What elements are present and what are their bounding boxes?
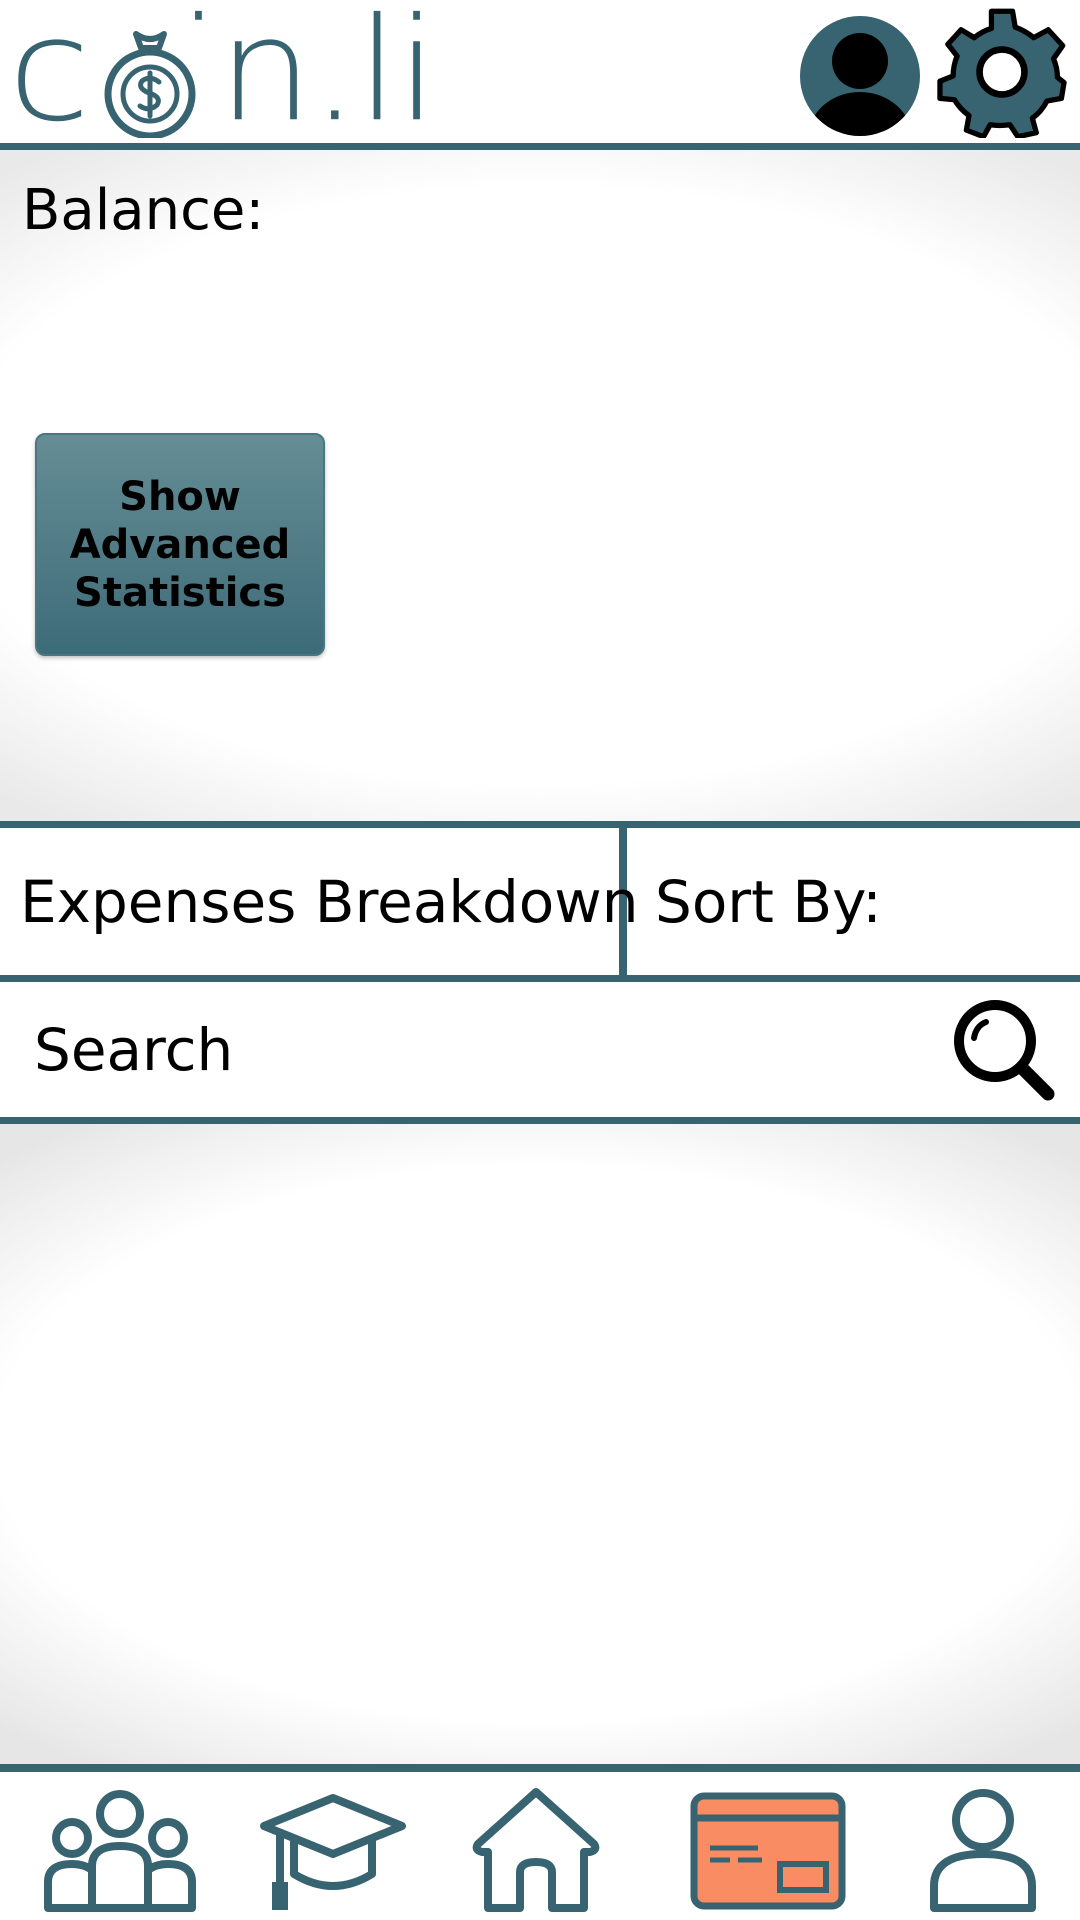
search-bar	[0, 982, 1080, 1124]
bottom-nav	[0, 1764, 1080, 1920]
user-avatar-icon[interactable]	[798, 14, 922, 138]
search-input[interactable]	[34, 1000, 914, 1100]
people-icon[interactable]	[40, 1786, 200, 1916]
app-logo[interactable]: coin.li	[8, 0, 438, 154]
expenses-header-row: Expenses Breakdown Sort By:	[0, 821, 1080, 982]
gear-icon[interactable]	[936, 6, 1068, 138]
user-icon[interactable]	[928, 1786, 1038, 1916]
money-bag-icon	[96, 31, 204, 138]
balance-panel: Balance: Show Advanced Statistics	[0, 150, 1080, 821]
balance-label: Balance:	[22, 178, 265, 243]
tab-expenses-breakdown[interactable]: Expenses Breakdown	[0, 828, 638, 975]
home-icon[interactable]	[466, 1786, 606, 1916]
logo-text: coin.li	[8, 0, 438, 154]
search-icon[interactable]	[950, 996, 1060, 1106]
graduation-cap-icon[interactable]	[258, 1786, 408, 1916]
expenses-list	[0, 1124, 1080, 1764]
show-advanced-statistics-button[interactable]: Show Advanced Statistics	[35, 433, 325, 656]
sort-by-dropdown[interactable]: Sort By:	[635, 828, 1080, 975]
credit-card-icon[interactable]	[688, 1786, 848, 1916]
app-header: coin.li	[0, 0, 1080, 150]
